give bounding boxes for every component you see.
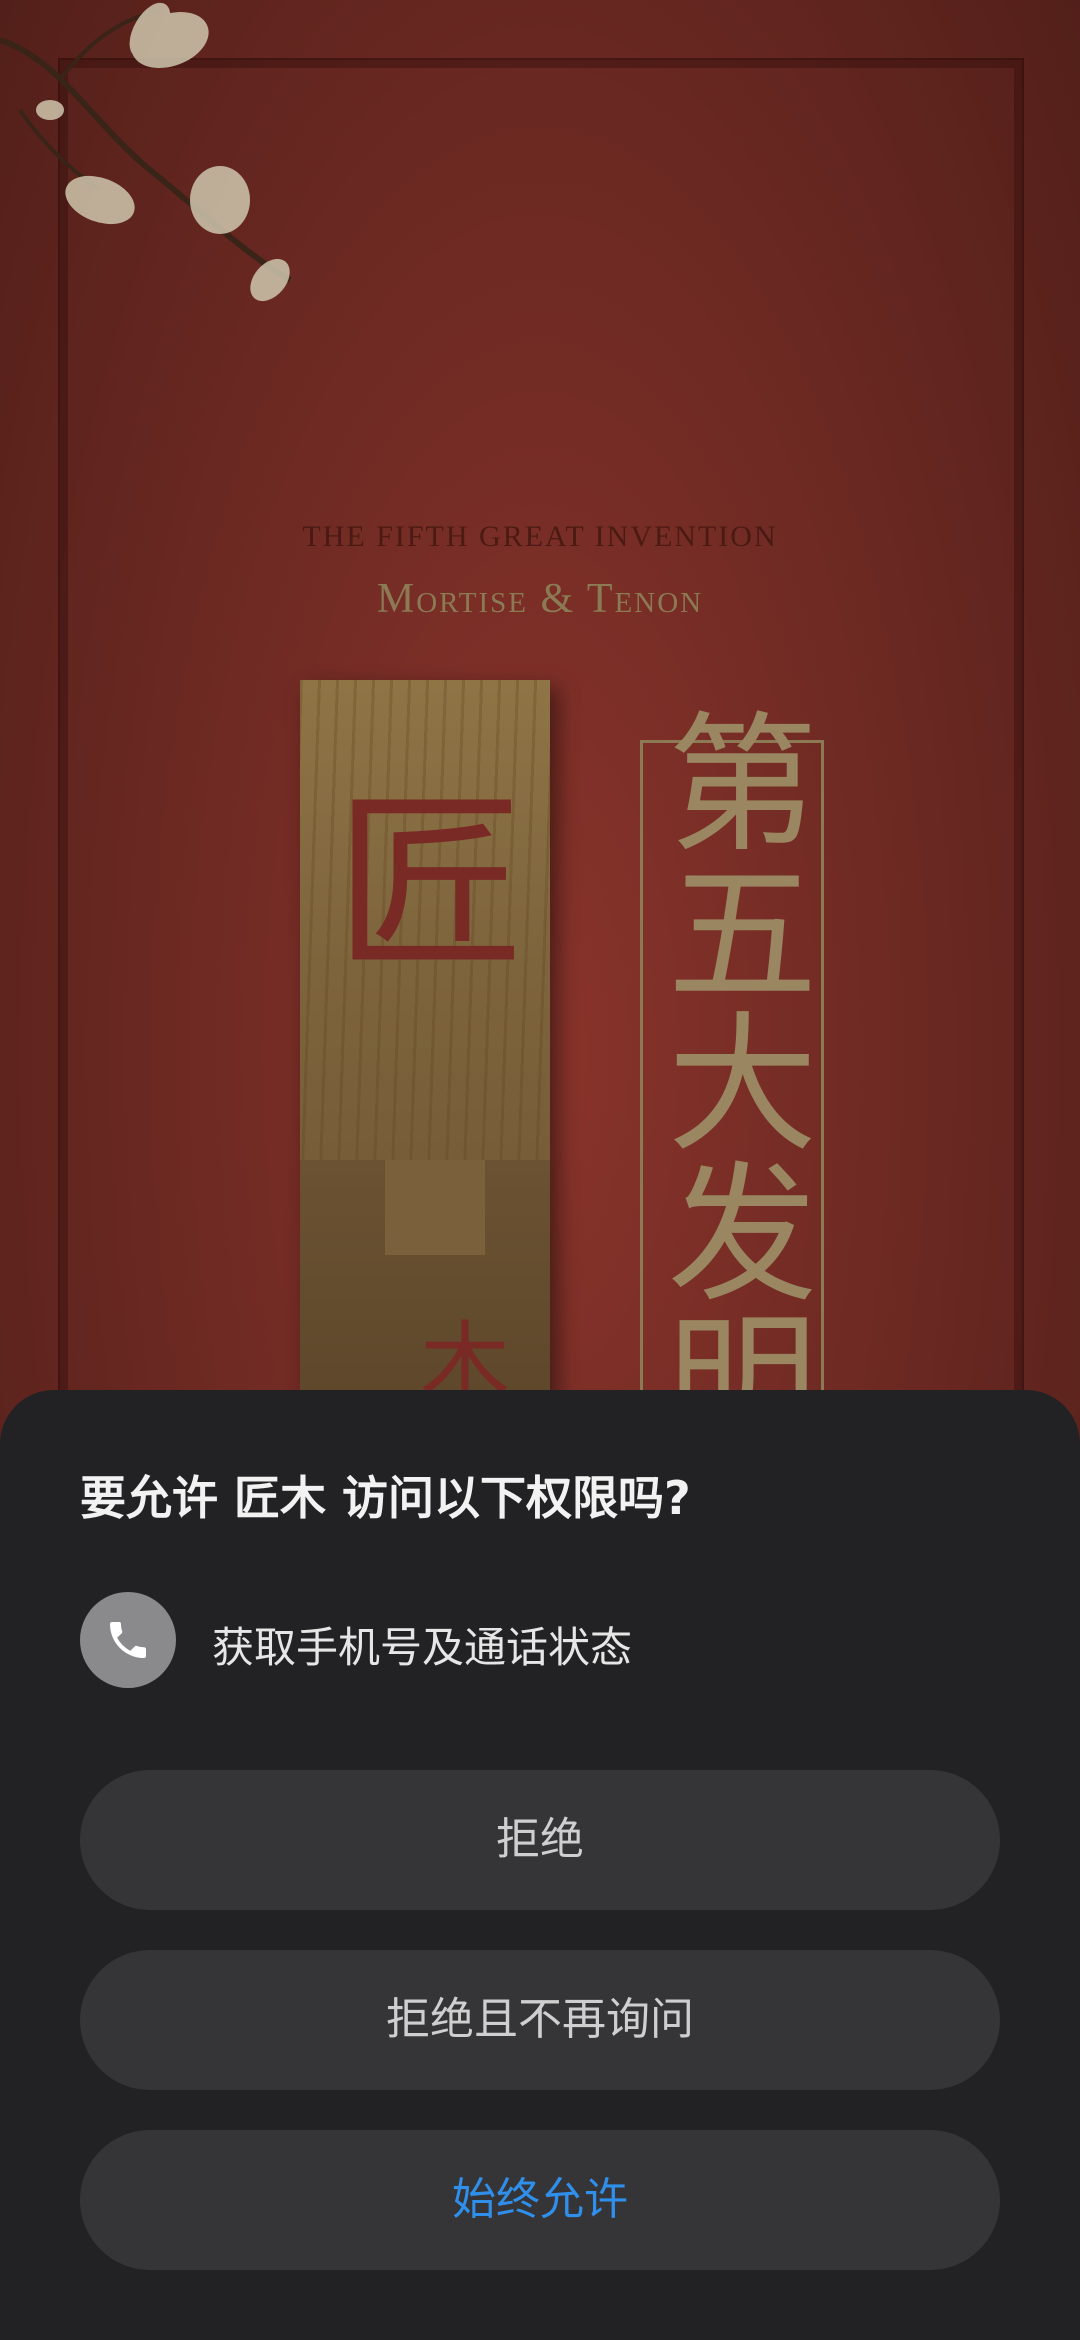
deny-button[interactable]: 拒绝 (80, 1770, 1000, 1910)
title-english: Mortise & Tenon (376, 576, 704, 622)
permission-label: 获取手机号及通话状态 (212, 1623, 633, 1672)
vertical-title: 第五大发明 (642, 705, 816, 1455)
permission-item-phone: 获取手机号及通话状态 (80, 1592, 1000, 1688)
phone-icon (80, 1592, 176, 1688)
permission-dialog: 要允许 匠木 访问以下权限吗? 获取手机号及通话状态 拒绝 拒绝且不再询问 始终… (0, 1390, 1080, 2340)
mortise-notch (385, 1160, 485, 1255)
always-allow-button[interactable]: 始终允许 (80, 2130, 1000, 2270)
dialog-title: 要允许 匠木 访问以下权限吗? (80, 1471, 691, 1525)
deny-dont-ask-again-button[interactable]: 拒绝且不再询问 (80, 1950, 1000, 2090)
wood-engraved-character: 匠 (334, 774, 525, 995)
magnolia-branch-icon (0, 2, 292, 302)
tagline-english: THE FIFTH GREAT INVENTION (302, 520, 778, 553)
